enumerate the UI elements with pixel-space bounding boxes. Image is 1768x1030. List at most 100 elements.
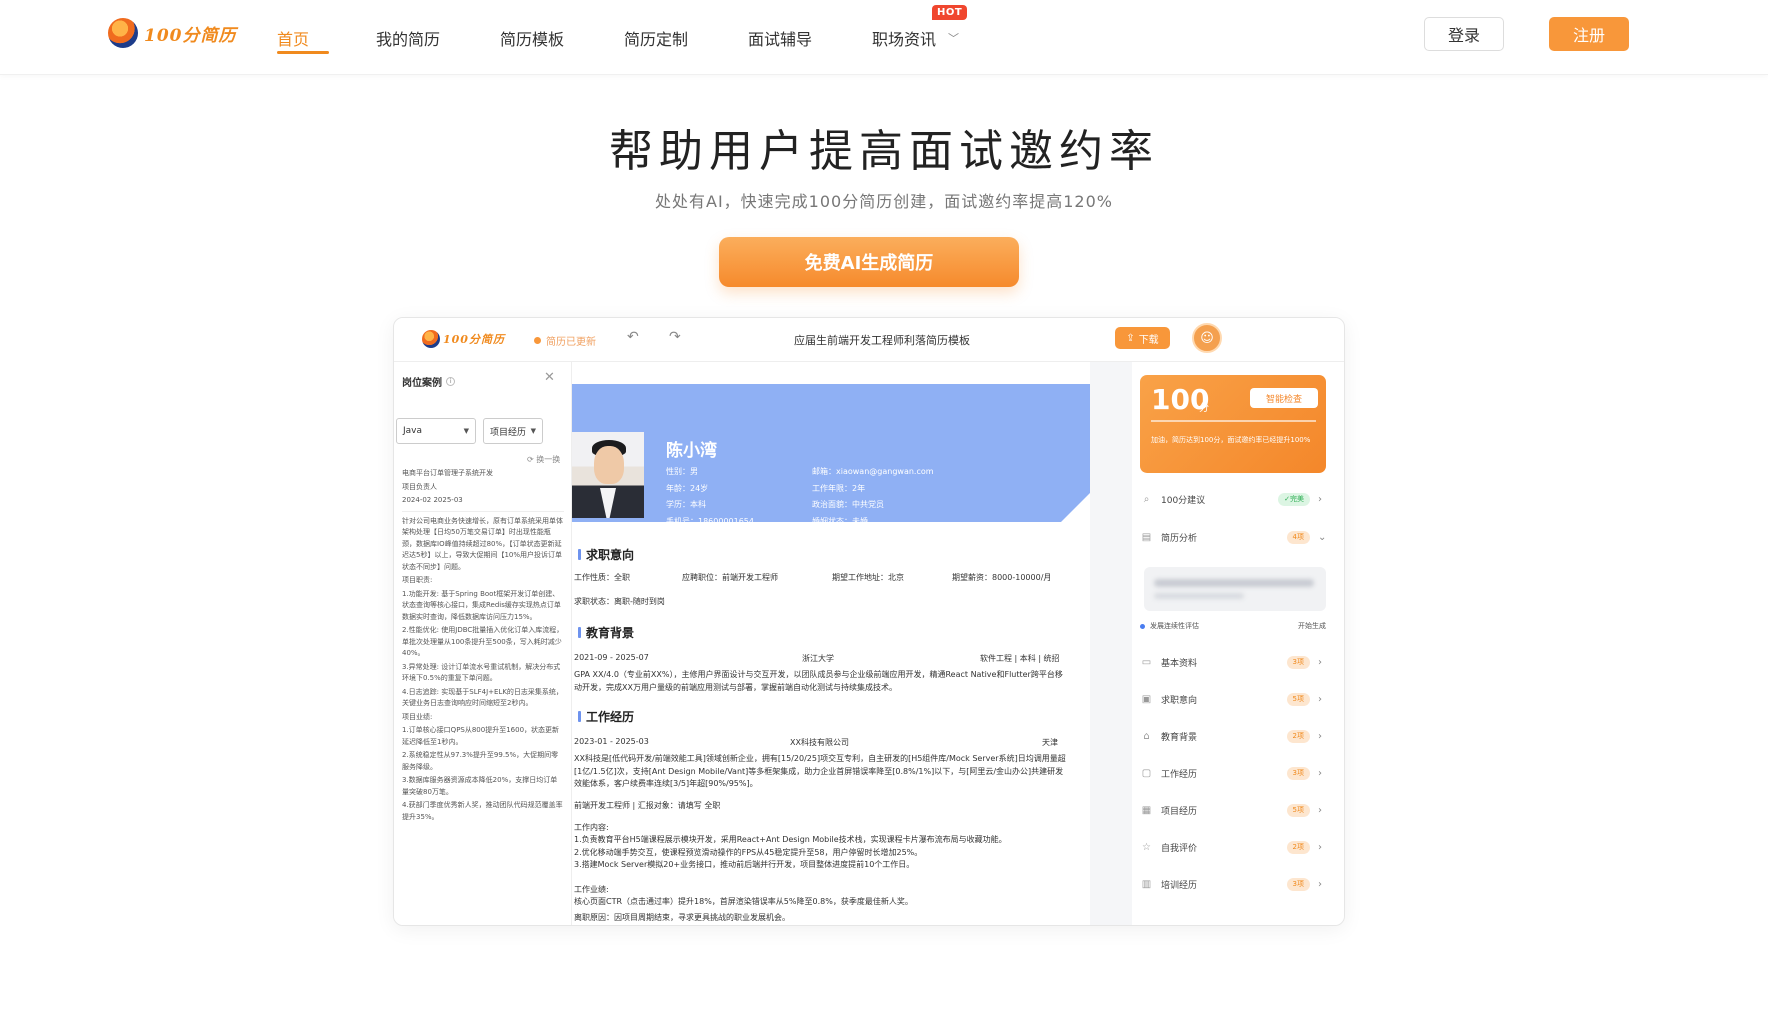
redo-icon[interactable]: ↷: [669, 329, 681, 345]
refresh-icon: ⟳: [527, 455, 534, 464]
hero-title: 帮助用户提高面试邀约率: [609, 126, 1159, 177]
calendar-icon: ▦: [1141, 804, 1152, 816]
download-icon: ⇪: [1126, 332, 1135, 344]
star-icon: ☆: [1142, 841, 1151, 853]
status-badge: ✓完美: [1278, 492, 1310, 506]
section-select[interactable]: 项目经历 ▼: [483, 418, 543, 444]
score-unit: 分: [1199, 403, 1209, 414]
chevron-right-icon: ›: [1318, 841, 1322, 853]
save-status: 简历已更新: [534, 333, 596, 348]
chevron-right-icon: ›: [1318, 767, 1322, 779]
nav-item-interview[interactable]: 面试辅导: [748, 0, 814, 75]
section-row-work[interactable]: ▢ 工作经历 3项 ›: [1140, 762, 1326, 784]
section-row-self-eval[interactable]: ☆ 自我评价 2项 ›: [1140, 836, 1326, 858]
chevron-right-icon: ›: [1318, 730, 1322, 742]
close-icon[interactable]: ✕: [544, 370, 555, 385]
resume-header: 陈小湾 性别：男 年龄：24岁 学历：本科 手机号：18600001654 邮箱…: [572, 384, 1090, 526]
nav-item-my-resume[interactable]: 我的简历: [376, 0, 442, 75]
count-badge: 3项: [1286, 655, 1310, 669]
logo-icon: [108, 18, 138, 48]
work-result: 核心页面CTR（点击通过率）提升18%，首屏渲染错误率从5%降至0.8%，获季度…: [574, 897, 913, 906]
resume-template-title: 应届生前端开发工程师利落简历模板: [794, 334, 970, 347]
edu-detail: GPA XX/4.0（专业前XX%），主修用户界面设计与交互开发，以团队成员参与…: [574, 670, 1063, 692]
suggestion-row[interactable]: ⌕ 100分建议 ✓完美 ›: [1140, 488, 1326, 510]
resume-sheet[interactable]: 陈小湾 性别：男 年龄：24岁 学历：本科 手机号：18600001654 邮箱…: [572, 362, 1090, 925]
graduation-cap-icon: ⌂: [1143, 730, 1150, 742]
job-examples-panel: 岗位案例 i ✕ Java ▼ 项目经历 ▼ ⟳ 换一换 电商平台订单管理子系统…: [394, 362, 572, 925]
login-button[interactable]: 登录: [1424, 17, 1504, 51]
chevron-right-icon: ›: [1318, 804, 1322, 816]
editor-preview: 100分简历 简历已更新 ↶ ↷ 应届生前端开发工程师利落简历模板 ⇪ 下载 ☺…: [393, 317, 1345, 926]
analysis-sub-row: 发展连续性评估 开始生成: [1140, 621, 1326, 631]
edu-school: 浙江大学: [802, 654, 834, 663]
monitor-icon: ▢: [1141, 767, 1152, 779]
resume-name: 陈小湾: [666, 441, 717, 461]
chevron-right-icon: ›: [1318, 493, 1322, 505]
score-card: 100 分 智能检查 加油，简历达到100分，面试邀约率已经提升100%: [1140, 375, 1326, 473]
profile-photo[interactable]: [572, 432, 644, 518]
nav-item-career-news[interactable]: 职场资讯 ﹀ HOT: [872, 0, 972, 75]
chevron-right-icon: ›: [1318, 693, 1322, 705]
count-badge: 5项: [1286, 692, 1310, 706]
user-avatar[interactable]: ☺: [1192, 323, 1222, 353]
hot-badge: HOT: [932, 5, 968, 20]
search-icon: ⌕: [1143, 493, 1150, 505]
example-text: 电商平台订单管理子系统开发 项目负责人 2024-02 2025-03 针对公司…: [402, 469, 564, 821]
intent-position: 应聘职位：前端开发工程师: [682, 573, 778, 582]
download-button[interactable]: ⇪ 下载: [1115, 327, 1170, 349]
section-title-intent: 求职意向: [578, 546, 634, 563]
work-leave-reason: 离职原因：因项目周期结束，寻求更具挑战的职业发展机会。: [574, 913, 790, 922]
preview-logo: 100分简历: [422, 330, 505, 348]
user-avatar-icon: ☺: [1200, 330, 1214, 346]
brand-logo[interactable]: 100分简历: [108, 18, 237, 48]
section-row-basic[interactable]: ▭ 基本资料 3项 ›: [1140, 651, 1326, 673]
chevron-right-icon: ›: [1318, 656, 1322, 668]
work-city: 天津: [1042, 738, 1058, 747]
work-role: 前端开发工程师 | 汇报对象：请填写 全职: [574, 801, 721, 810]
score-tip: 加油，简历达到100分，面试邀约率已经提升100%: [1151, 436, 1311, 444]
logo-text: 100分简历: [144, 25, 237, 46]
info-icon: i: [446, 377, 455, 386]
count-badge: 3项: [1286, 766, 1310, 780]
nav-item-templates[interactable]: 简历模板: [500, 0, 566, 75]
analysis-row[interactable]: ▤ 简历分析 4项 ⌄: [1140, 526, 1326, 548]
chevron-down-icon: ﹀: [948, 31, 960, 45]
intent-city: 期望工作地址：北京: [832, 573, 904, 582]
work-content-title: 工作内容:: [574, 823, 609, 832]
section-row-training[interactable]: ▥ 培训经历 3项 ›: [1140, 873, 1326, 895]
nav-item-custom[interactable]: 简历定制: [624, 0, 690, 75]
work-content: 1.负责教育平台H5端课程展示模块开发，采用React+Ant Design M…: [574, 835, 1007, 869]
section-row-intent[interactable]: ▣ 求职意向 5项 ›: [1140, 688, 1326, 710]
swap-button[interactable]: ⟳ 换一换: [527, 454, 560, 465]
edu-period: 2021-09 - 2025-07: [574, 653, 649, 662]
preview-logo-text: 100分简历: [443, 333, 505, 346]
smart-check-button[interactable]: 智能检查: [1250, 388, 1318, 408]
work-desc: XX科技是[低代码开发/前端效能工具]领域创新企业，拥有[15/20/25]项交…: [574, 754, 1066, 788]
chevron-down-icon: ⌄: [1318, 531, 1327, 543]
panel-title: 岗位案例 i: [402, 374, 455, 389]
main-nav: 首页 我的简历 简历模板 简历定制 面试辅导 职场资讯 ﹀ HOT: [277, 0, 972, 75]
chevron-right-icon: ›: [1318, 878, 1322, 890]
job-select[interactable]: Java ▼: [396, 418, 476, 444]
count-badge: 3项: [1286, 877, 1310, 891]
undo-icon[interactable]: ↶: [627, 329, 639, 345]
briefcase-icon: ▣: [1141, 693, 1152, 705]
top-navbar: 100分简历 首页 我的简历 简历模板 简历定制 面试辅导 职场资讯 ﹀ HOT…: [0, 0, 1768, 75]
nav-item-home[interactable]: 首页: [277, 0, 329, 75]
intent-status: 求职状态：离职-随时到岗: [574, 597, 665, 606]
ai-generate-resume-button[interactable]: 免费AI生成简历: [719, 237, 1019, 287]
caret-down-icon: ▼: [463, 427, 469, 435]
id-card-icon: ▭: [1141, 656, 1152, 668]
basic-info-right: 邮箱：xiaowan@gangwan.com 工作年限：2年 政治面貌：中共党员…: [812, 467, 934, 526]
blurred-analysis: [1144, 567, 1326, 611]
edu-major: 软件工程 | 本科 | 统招: [980, 654, 1060, 663]
count-badge: 2项: [1286, 840, 1310, 854]
generate-link[interactable]: 开始生成: [1298, 621, 1326, 631]
logo-icon: [422, 330, 440, 348]
work-company: XX科技有限公司: [790, 738, 849, 747]
section-row-education[interactable]: ⌂ 教育背景 2项 ›: [1140, 725, 1326, 747]
section-row-project[interactable]: ▦ 项目经历 5项 ›: [1140, 799, 1326, 821]
section-title-work: 工作经历: [578, 708, 634, 725]
register-button[interactable]: 注册: [1549, 17, 1629, 51]
work-result-title: 工作业绩:: [574, 885, 609, 894]
